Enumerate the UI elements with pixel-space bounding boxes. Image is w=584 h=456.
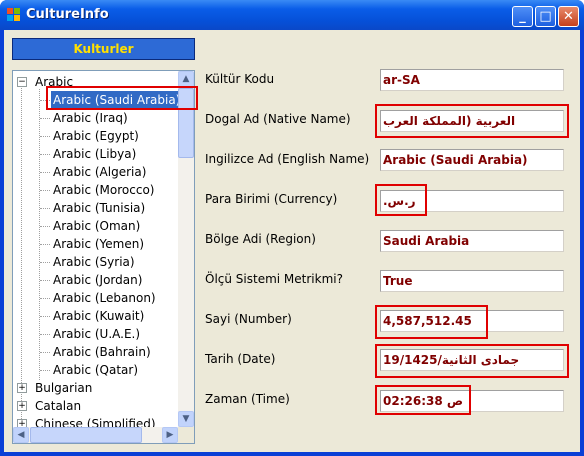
maximize-icon: □: [539, 9, 552, 24]
tree-node-label: Arabic (Oman): [53, 219, 141, 233]
scroll-left-icon[interactable]: ◀: [13, 427, 29, 443]
tree-node-label: Arabic (Yemen): [53, 237, 145, 251]
minimize-button[interactable]: _: [512, 6, 533, 27]
window: CultureInfo _ □ ✕ Kulturler − Arabic Ara…: [0, 0, 584, 456]
tree-branch-line: [40, 316, 50, 317]
highlight-box: [375, 104, 569, 138]
english-name-field[interactable]: Arabic (Saudi Arabia): [380, 149, 564, 171]
tree-node-label: Arabic (Morocco): [53, 183, 155, 197]
scroll-up-icon[interactable]: ▲: [178, 71, 194, 87]
currency-label: Para Birimi (Currency): [205, 192, 338, 206]
tree-node-label: Bulgarian: [35, 381, 93, 395]
metric-system-field[interactable]: True: [380, 270, 564, 292]
highlight-box: [375, 305, 488, 339]
highlight-box: [46, 86, 198, 110]
maximize-button[interactable]: □: [535, 6, 556, 27]
windows-form-icon: [7, 8, 21, 22]
tree-branch-line: [40, 154, 50, 155]
close-button[interactable]: ✕: [558, 6, 579, 27]
tree-connector-line: [39, 89, 40, 380]
tree-node-label: Arabic (Syria): [53, 255, 135, 269]
native-name-label: Dogal Ad (Native Name): [205, 112, 351, 126]
tree-vertical-scrollbar[interactable]: ▲ ▼: [178, 71, 194, 427]
tree-horizontal-scrollbar[interactable]: ◀ ▶: [13, 427, 178, 443]
time-label: Zaman (Time): [205, 392, 290, 406]
tree-connector-line: [21, 84, 22, 429]
tree-node-label: Arabic (Libya): [53, 147, 137, 161]
tree-branch-line: [40, 226, 50, 227]
tree-node-label: Catalan: [35, 399, 82, 413]
collapse-icon[interactable]: −: [17, 77, 27, 87]
highlight-box: [375, 184, 427, 216]
expand-icon[interactable]: +: [17, 401, 27, 411]
tree-branch-line: [40, 334, 50, 335]
tree-node-label: Arabic (Lebanon): [53, 291, 156, 305]
tree-branch-line: [40, 298, 50, 299]
scroll-right-icon[interactable]: ▶: [162, 427, 178, 443]
close-icon: ✕: [563, 9, 574, 24]
tree-node-label: Arabic (Jordan): [53, 273, 143, 287]
culture-code-label: Kültür Kodu: [205, 72, 275, 86]
expand-icon[interactable]: +: [17, 383, 27, 393]
tree-node-label: Arabic (Iraq): [53, 111, 128, 125]
horizontal-scroll-thumb[interactable]: [30, 427, 142, 443]
tree-branch-line: [40, 280, 50, 281]
title-bar[interactable]: CultureInfo _ □ ✕: [0, 0, 584, 30]
scroll-down-icon[interactable]: ▼: [178, 411, 194, 427]
tree-branch-line: [40, 136, 50, 137]
tree-branch-line: [40, 118, 50, 119]
tree-branch-line: [40, 370, 50, 371]
highlight-box: [375, 385, 471, 415]
tree-node-label: Arabic (Egypt): [53, 129, 139, 143]
tree-branch-line: [40, 244, 50, 245]
highlight-box: [375, 344, 569, 378]
metric-system-label: Ölçü Sistemi Metrikmi?: [205, 272, 343, 286]
tree-node-label: Arabic (Tunisia): [53, 201, 146, 215]
tree-branch-line: [40, 352, 50, 353]
region-label: Bölge Adi (Region): [205, 232, 316, 246]
tree-branch-line: [40, 262, 50, 263]
tree-branch-line: [40, 172, 50, 173]
form-client-area: Kulturler − Arabic Arabic (Saudi Arabia)…: [4, 30, 580, 452]
minimize-icon: _: [519, 9, 526, 24]
date-label: Tarih (Date): [205, 352, 276, 366]
number-label: Sayi (Number): [205, 312, 292, 326]
region-field[interactable]: Saudi Arabia: [380, 230, 564, 252]
tree-branch-line: [40, 208, 50, 209]
scrollbar-corner: [178, 427, 194, 443]
window-title: CultureInfo: [26, 7, 109, 22]
tree-node-label: Arabic (Algeria): [53, 165, 147, 179]
culture-code-field[interactable]: ar-SA: [380, 69, 564, 91]
kulturler-button[interactable]: Kulturler: [12, 38, 195, 60]
tree-node-label: Arabic (Bahrain): [53, 345, 151, 359]
tree-node-label: Arabic (Qatar): [53, 363, 139, 377]
tree-node-label: Arabic (Kuwait): [53, 309, 145, 323]
tree-node-label: Arabic (U.A.E.): [53, 327, 141, 341]
tree-branch-line: [40, 190, 50, 191]
culture-tree[interactable]: − Arabic Arabic (Saudi Arabia) Arabic (I…: [12, 70, 195, 444]
english-name-label: Ingilizce Ad (English Name): [205, 152, 370, 166]
